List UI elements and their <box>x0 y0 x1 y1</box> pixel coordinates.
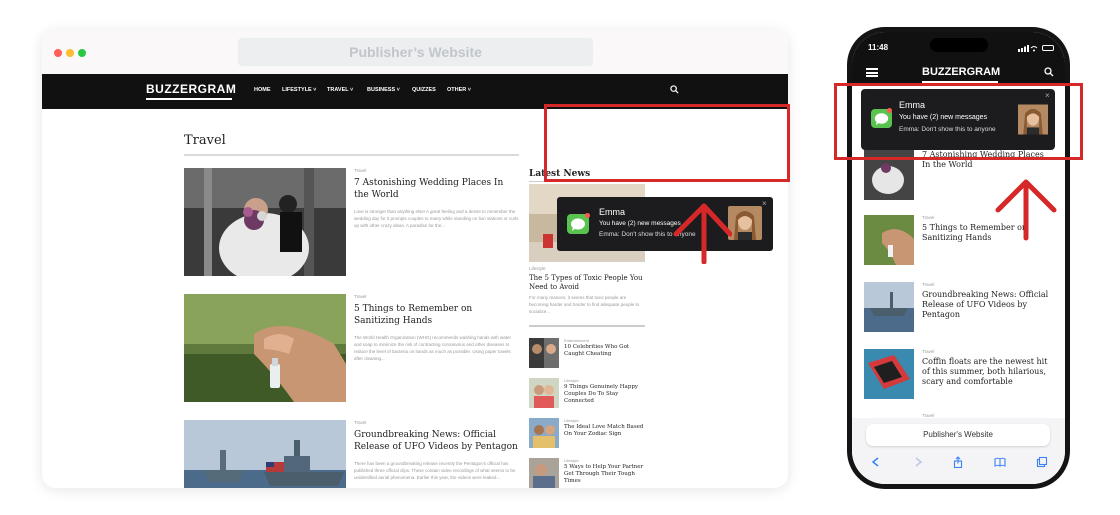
article-excerpt: Love is stronger than anything else! A g… <box>354 209 519 228</box>
nav-business[interactable]: BUSINESS ˅ <box>367 87 400 93</box>
push-notification[interactable]: Emma You have (2) new messages Emma: Don… <box>557 197 773 251</box>
article-excerpt: There has been a groundbreaking release … <box>354 461 516 480</box>
search-icon[interactable] <box>670 85 679 94</box>
site-logo[interactable]: BUZZERGRAM <box>146 82 236 96</box>
nav-other[interactable]: OTHER ˅ <box>447 87 471 93</box>
article-category[interactable]: Travel <box>354 168 366 173</box>
share-icon[interactable] <box>952 456 964 468</box>
latest-item-category[interactable]: Entertainment <box>564 338 589 343</box>
article-title[interactable]: 7 Astonishing Wedding Places In the Worl… <box>354 177 519 201</box>
article-category[interactable]: Travel <box>922 215 934 220</box>
article-card[interactable]: Travel 7 Astonishing Wedding Places In t… <box>184 168 519 276</box>
latest-item-thumbnail[interactable] <box>529 378 559 408</box>
article-title[interactable]: Groundbreaking News: Official Release of… <box>354 429 519 453</box>
nav-home[interactable]: HOME <box>254 87 271 93</box>
section-title: Travel <box>184 133 226 148</box>
article-excerpt: The World Health Organization (WHO) reco… <box>354 335 511 361</box>
sender-avatar <box>728 206 762 240</box>
article-title[interactable]: Groundbreaking News: Official Release of… <box>922 290 1054 320</box>
logo-underline <box>146 98 232 100</box>
latest-item-category[interactable]: Lifestyle <box>564 378 579 383</box>
highlight-box-desktop <box>544 104 790 182</box>
bookmarks-icon[interactable] <box>994 456 1006 468</box>
latest-featured-category[interactable]: Lifestyle <box>529 266 546 271</box>
section-divider <box>184 154 519 156</box>
address-bar[interactable]: Publisher's Website <box>866 424 1050 446</box>
latest-item-category[interactable]: Lifestyle <box>564 418 579 423</box>
latest-item-title[interactable]: 5 Ways to Help Your Partner Get Through … <box>564 464 646 485</box>
list-item[interactable]: Travel Coffin floats are the newest hit … <box>864 349 1059 401</box>
latest-item-category[interactable]: Lifestyle <box>564 458 579 463</box>
nav-travel[interactable]: TRAVEL ˅ <box>327 87 353 93</box>
nav-quizzes[interactable]: QUIZZES <box>412 87 436 93</box>
browser-toolbar: Publisher’s Website <box>42 30 788 74</box>
maximize-window-dot[interactable] <box>78 49 86 57</box>
list-item[interactable]: Travel Groundbreaking News: Official Rel… <box>864 282 1059 334</box>
address-bar[interactable]: Publisher’s Website <box>238 38 593 66</box>
article-thumbnail-wedding[interactable] <box>184 168 346 276</box>
hamburger-menu-icon[interactable] <box>866 68 878 77</box>
highlight-box-mobile <box>834 83 1083 160</box>
latest-news-item[interactable]: Lifestyle 5 Ways to Help Your Partner Ge… <box>529 458 645 488</box>
latest-item-title[interactable]: 10 Celebrities Who Got Caught Cheating <box>564 344 646 358</box>
battery-icon <box>1042 45 1054 51</box>
back-icon[interactable] <box>870 456 882 468</box>
article-category[interactable]: Travel <box>354 294 366 299</box>
arrow-up-icon <box>673 203 732 264</box>
site-logo[interactable]: BUZZERGRAM <box>922 66 1000 78</box>
article-category[interactable]: Travel <box>354 420 366 425</box>
tabs-icon[interactable] <box>1036 456 1048 468</box>
article-thumbnail-hands[interactable] <box>864 215 914 265</box>
notification-sender: Emma <box>599 207 626 217</box>
latest-featured-title[interactable]: The 5 Types of Toxic People You Need to … <box>529 274 645 292</box>
notification-badge <box>585 213 590 218</box>
close-icon[interactable]: × <box>762 199 767 208</box>
safari-bottom-bar: Publisher's Website <box>852 418 1065 484</box>
article-thumbnail-navy[interactable] <box>864 282 914 332</box>
signal-wifi-icon <box>1018 45 1038 52</box>
latest-item-thumbnail[interactable] <box>529 418 559 448</box>
stage: Publisher’s Website BUZZERGRAM HOME LIFE… <box>0 0 1120 515</box>
article-thumbnail-navy[interactable] <box>184 420 346 488</box>
article-title[interactable]: 5 Things to Remember on Sanitizing Hands <box>354 303 519 327</box>
dynamic-island <box>930 38 988 52</box>
latest-news-item[interactable]: Entertainment 10 Celebrities Who Got Cau… <box>529 338 645 370</box>
mobile-navbar: BUZZERGRAM <box>852 58 1065 84</box>
article-category[interactable]: Travel <box>922 349 934 354</box>
status-time: 11:48 <box>868 43 889 52</box>
article-title[interactable]: Coffin floats are the newest hit of this… <box>922 357 1054 387</box>
latest-item-thumbnail[interactable] <box>529 458 559 488</box>
latest-news-item[interactable]: Lifestyle The Ideal Love Match Based On … <box>529 418 645 450</box>
latest-item-title[interactable]: 9 Things Genuinely Happy Couples Do To S… <box>564 384 646 405</box>
nav-lifestyle[interactable]: LIFESTYLE ˅ <box>282 87 316 93</box>
article-thumbnail-coffin[interactable] <box>864 349 914 399</box>
article-card[interactable]: Travel Groundbreaking News: Official Rel… <box>184 420 519 488</box>
latest-news-divider <box>529 325 645 327</box>
article-card[interactable]: Travel 5 Things to Remember on Sanitizin… <box>184 294 519 402</box>
arrow-up-icon <box>995 179 1057 241</box>
latest-featured-excerpt: For many reasons, it seems that toxic pe… <box>529 295 640 314</box>
forward-icon[interactable] <box>912 456 924 468</box>
latest-news-item[interactable]: Lifestyle 9 Things Genuinely Happy Coupl… <box>529 378 645 410</box>
minimize-window-dot[interactable] <box>66 49 74 57</box>
latest-item-thumbnail[interactable] <box>529 338 559 368</box>
search-icon[interactable] <box>1044 67 1054 77</box>
latest-item-title[interactable]: The Ideal Love Match Based On Your Zodia… <box>564 424 646 438</box>
article-category[interactable]: Travel <box>922 282 934 287</box>
close-window-dot[interactable] <box>54 49 62 57</box>
article-thumbnail-hands[interactable] <box>184 294 346 402</box>
